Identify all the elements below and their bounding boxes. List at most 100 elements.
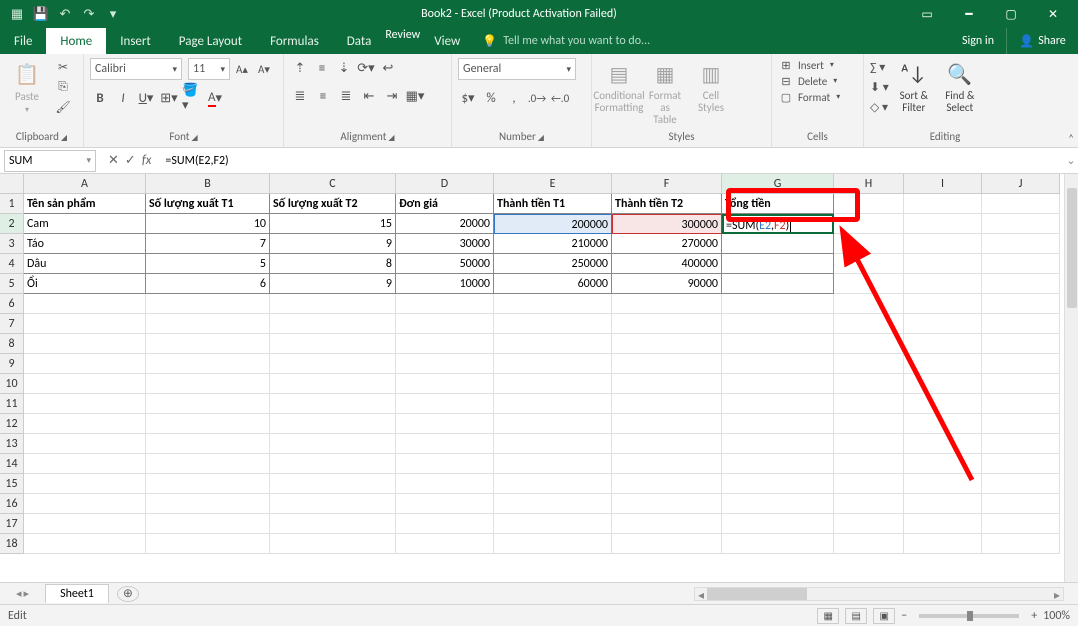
fx-icon[interactable]: fx [142, 153, 152, 168]
collapse-ribbon-icon[interactable]: ˄ [1068, 132, 1074, 145]
cell[interactable] [24, 494, 146, 514]
undo-icon[interactable]: ↶ [54, 3, 76, 25]
cell[interactable] [904, 354, 982, 374]
format-painter-icon[interactable]: 🖌 [52, 98, 74, 116]
format-cells-button[interactable]: ▢Format▾ [778, 90, 840, 104]
row-header[interactable]: 15 [0, 474, 23, 494]
cell[interactable] [982, 414, 1060, 434]
cell[interactable] [904, 214, 982, 234]
sort-filter-button[interactable]: ᴬ↓Sort & Filter [893, 58, 935, 114]
cell[interactable] [722, 514, 834, 534]
cell[interactable] [146, 494, 270, 514]
cell[interactable]: 50000 [396, 254, 494, 274]
redo-icon[interactable]: ↷ [78, 3, 100, 25]
cell[interactable] [494, 434, 612, 454]
cell[interactable] [146, 534, 270, 554]
cell[interactable] [982, 274, 1060, 294]
cell[interactable] [982, 234, 1060, 254]
cell[interactable]: 250000 [494, 254, 612, 274]
page-layout-view-icon[interactable]: ▤ [845, 608, 867, 624]
cell[interactable] [146, 334, 270, 354]
row-header[interactable]: 10 [0, 374, 23, 394]
cell[interactable] [722, 314, 834, 334]
cell[interactable] [146, 454, 270, 474]
minimize-icon[interactable]: ━ [950, 0, 988, 28]
cell[interactable] [722, 354, 834, 374]
cell[interactable] [722, 454, 834, 474]
cell[interactable] [904, 474, 982, 494]
align-middle-icon[interactable]: ≡ [312, 58, 332, 78]
cell-styles-button[interactable]: ▥Cell Styles [690, 58, 732, 114]
cell[interactable] [270, 314, 396, 334]
row-header[interactable]: 13 [0, 434, 23, 454]
enter-formula-icon[interactable]: ✓ [125, 153, 136, 168]
dialog-launcher-icon[interactable]: ◢ [191, 133, 197, 143]
cell[interactable] [146, 414, 270, 434]
horizontal-scroll-thumb[interactable] [707, 588, 807, 600]
cell[interactable]: 90000 [612, 274, 722, 294]
cell[interactable] [612, 414, 722, 434]
cell[interactable] [612, 354, 722, 374]
font-name-combo[interactable]: Calibri▾ [90, 58, 182, 80]
underline-button[interactable]: U▾ [136, 88, 156, 108]
row-header[interactable]: 18 [0, 534, 23, 554]
row-header[interactable]: 14 [0, 454, 23, 474]
save-qat-icon[interactable]: 💾 [30, 3, 52, 25]
cell[interactable] [904, 434, 982, 454]
column-header[interactable]: H [834, 174, 904, 193]
cell[interactable] [722, 294, 834, 314]
zoom-out-button[interactable]: − [901, 609, 907, 623]
cell[interactable] [494, 454, 612, 474]
align-right-icon[interactable]: ≣ [336, 86, 356, 106]
column-header[interactable]: I [904, 174, 982, 193]
cell[interactable] [396, 474, 494, 494]
cell[interactable] [494, 294, 612, 314]
cell[interactable] [722, 274, 834, 294]
cell[interactable] [146, 294, 270, 314]
maximize-icon[interactable]: ▢ [992, 0, 1030, 28]
formula-input[interactable] [159, 150, 1050, 172]
cell[interactable] [494, 394, 612, 414]
delete-cells-button[interactable]: ⊟Delete▾ [778, 74, 840, 88]
cell[interactable] [904, 534, 982, 554]
cell[interactable] [270, 514, 396, 534]
cell[interactable] [834, 194, 904, 214]
cell[interactable]: Dâu [24, 254, 146, 274]
cell[interactable]: Ổi [24, 274, 146, 294]
tab-review[interactable]: Review [385, 28, 420, 54]
cell[interactable] [722, 434, 834, 454]
merge-center-icon[interactable]: ▦▾ [405, 86, 425, 106]
cell[interactable] [270, 334, 396, 354]
column-header[interactable]: G [722, 174, 834, 193]
cell[interactable]: 6 [146, 274, 270, 294]
tab-formulas[interactable]: Formulas [256, 28, 333, 54]
cell[interactable] [722, 494, 834, 514]
cell[interactable] [396, 534, 494, 554]
align-center-icon[interactable]: ≡ [313, 86, 333, 106]
expand-formula-bar-icon[interactable]: ⌄ [1064, 154, 1078, 167]
align-bottom-icon[interactable]: ⇣ [334, 58, 354, 78]
row-header[interactable]: 12 [0, 414, 23, 434]
cell[interactable] [24, 534, 146, 554]
autosum-button[interactable]: ∑ ▾ [870, 58, 889, 76]
cell[interactable] [722, 474, 834, 494]
row-header[interactable]: 16 [0, 494, 23, 514]
cell[interactable] [396, 294, 494, 314]
cell[interactable] [834, 454, 904, 474]
cell[interactable] [494, 514, 612, 534]
cell[interactable] [834, 354, 904, 374]
cell[interactable] [904, 334, 982, 354]
cell[interactable] [904, 514, 982, 534]
cell[interactable]: Táo [24, 234, 146, 254]
page-break-view-icon[interactable]: ▣ [873, 608, 895, 624]
cell[interactable] [396, 354, 494, 374]
horizontal-scrollbar[interactable]: ◂▸ [694, 587, 1064, 601]
cell[interactable] [396, 374, 494, 394]
cell[interactable] [24, 474, 146, 494]
cell[interactable]: 270000 [612, 234, 722, 254]
cell[interactable] [904, 294, 982, 314]
cell[interactable]: Cam [24, 214, 146, 234]
tell-me-search[interactable]: 💡Tell me what you want to do... [474, 28, 950, 54]
cell[interactable] [612, 534, 722, 554]
cell[interactable] [982, 354, 1060, 374]
